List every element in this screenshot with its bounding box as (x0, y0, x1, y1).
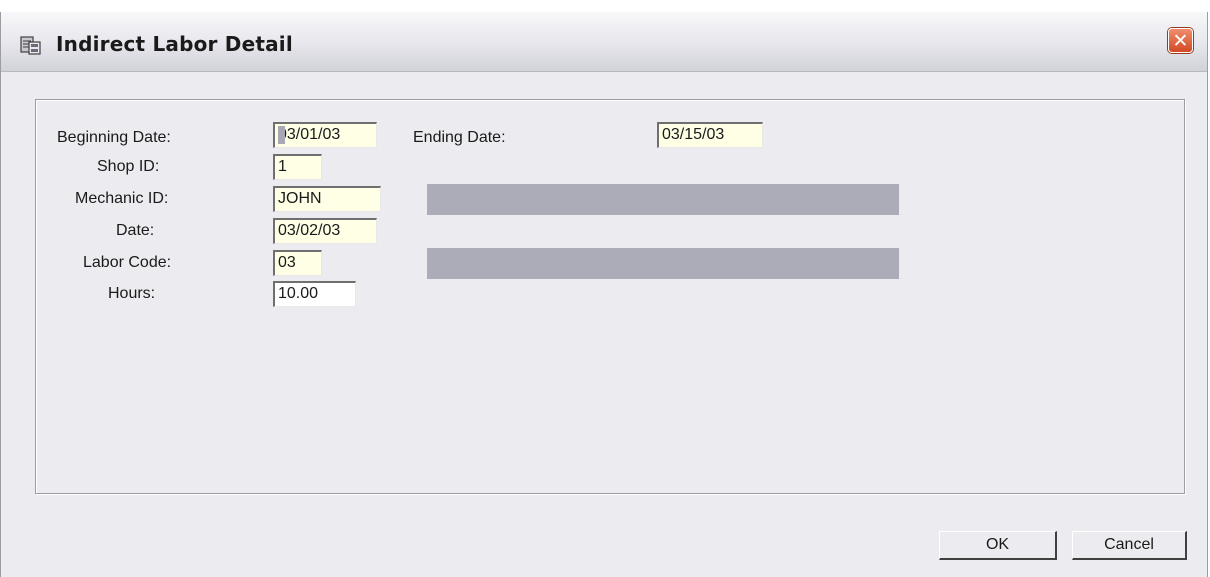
app-form-icon (20, 36, 41, 55)
window-title: Indirect Labor Detail (56, 32, 293, 56)
title-bar[interactable]: Indirect Labor Detail ✕ (1, 12, 1207, 72)
mechanic-id-label: Mechanic ID: (75, 190, 169, 207)
hours-value: 10.00 (278, 285, 319, 302)
date-value: 03/02/03 (278, 222, 341, 239)
beginning-date-label: Beginning Date: (57, 129, 171, 146)
close-icon[interactable]: ✕ (1168, 28, 1193, 53)
ending-date-field[interactable]: 03/15/03 (657, 122, 763, 148)
labor-code-value: 03 (278, 254, 296, 271)
shop-id-field[interactable]: 1 (273, 154, 322, 180)
shop-id-label: Shop ID: (97, 158, 160, 175)
date-field[interactable]: 03/02/03 (273, 218, 377, 244)
mechanic-id-field[interactable]: JOHN (273, 186, 381, 212)
shop-id-value: 1 (278, 158, 287, 175)
ending-date-value: 03/15/03 (662, 126, 725, 143)
form-group-box (35, 99, 1185, 494)
beginning-date-value: 03/01/03 (278, 126, 341, 143)
cancel-button[interactable]: Cancel (1072, 531, 1187, 560)
hours-label: Hours: (108, 285, 156, 302)
labor-code-description-display (427, 248, 899, 279)
dialog-window: Indirect Labor Detail ✕ Beginning Date: … (0, 12, 1208, 577)
text-cursor (278, 126, 285, 144)
ok-button[interactable]: OK (939, 531, 1057, 560)
labor-code-field[interactable]: 03 (273, 250, 322, 276)
beginning-date-field[interactable]: 03/01/03 (273, 122, 377, 148)
mechanic-id-value: JOHN (278, 190, 322, 207)
ending-date-label: Ending Date: (413, 129, 506, 146)
mechanic-name-display (427, 184, 899, 215)
labor-code-label: Labor Code: (83, 254, 172, 271)
date-label: Date: (116, 222, 155, 239)
hours-field[interactable]: 10.00 (273, 281, 356, 307)
